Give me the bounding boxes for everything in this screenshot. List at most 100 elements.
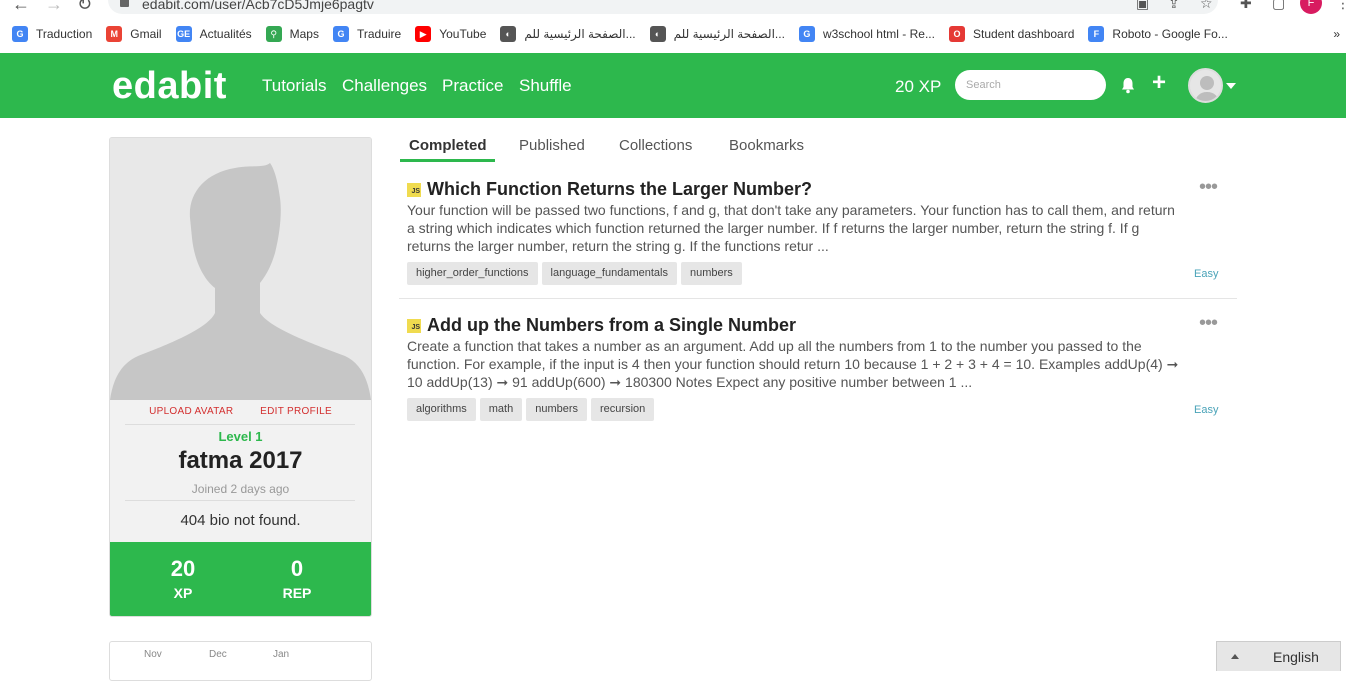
- translate-page-icon[interactable]: ▣: [1136, 0, 1149, 12]
- edabit-logo[interactable]: edabit: [112, 65, 227, 108]
- challenge-item: JS Which Function Returns the Larger Numb…: [407, 176, 1227, 289]
- challenge-description: Create a function that takes a number as…: [407, 338, 1179, 390]
- add-icon[interactable]: +: [1152, 69, 1166, 97]
- month-label: Nov: [144, 649, 162, 660]
- xp-counter[interactable]: 20 XP: [895, 77, 941, 97]
- bookmark-item[interactable]: F Roboto - Google Fo...: [1088, 26, 1228, 42]
- bookmark-label: الصفحة الرئيسية للم...: [673, 27, 785, 41]
- bookmark-item[interactable]: M Gmail: [106, 26, 162, 42]
- nav-tutorials[interactable]: Tutorials: [262, 76, 327, 96]
- tag[interactable]: numbers: [680, 262, 742, 285]
- profile-photo: [110, 138, 371, 400]
- user-level: Level 1: [218, 429, 263, 444]
- tag[interactable]: math: [479, 398, 523, 421]
- upload-avatar-link[interactable]: UPLOAD AVATAR: [149, 406, 233, 417]
- rep-value: 0: [290, 556, 304, 581]
- nav-shuffle[interactable]: Shuffle: [519, 76, 572, 96]
- student-dashboard-icon: O: [948, 26, 965, 42]
- bookmark-label: Gmail: [130, 27, 162, 41]
- challenge-title[interactable]: Which Function Returns the Larger Number…: [427, 179, 812, 199]
- browser-toolbar: ← → ↻ edabit.com/user/Acb7cD5Jmje6pagtv …: [0, 0, 1346, 16]
- tag[interactable]: higher_order_functions: [407, 262, 538, 285]
- globe-icon: ◐: [500, 26, 517, 42]
- reload-icon[interactable]: ↻: [77, 0, 92, 15]
- nav-challenges[interactable]: Challenges: [342, 76, 427, 96]
- bookmark-item[interactable]: ◐ الصفحة الرئيسية للم...: [500, 26, 636, 42]
- avatar-silhouette-icon: [110, 138, 371, 400]
- bookmark-label: w3school html - Re...: [822, 27, 935, 41]
- google-maps-icon: ⚲: [265, 26, 282, 42]
- star-icon[interactable]: ☆: [1200, 0, 1213, 12]
- tag[interactable]: recursion: [591, 398, 655, 421]
- bookmark-item[interactable]: ▶ YouTube: [415, 26, 486, 42]
- challenge-title-row[interactable]: JS Add up the Numbers from a Single Numbe…: [407, 315, 1227, 336]
- bookmarks-bar: G Traduction M Gmail GE Actualités ⚲ Maps G Tradu…: [0, 20, 1346, 48]
- tab-bookmarks[interactable]: Bookmarks: [729, 137, 804, 154]
- bookmark-item[interactable]: ⚲ Maps: [265, 26, 319, 42]
- forward-arrow-icon[interactable]: →: [45, 0, 63, 15]
- tag-list: algorithms math numbers recursion: [407, 398, 658, 421]
- challenge-title-row[interactable]: JS Which Function Returns the Larger Numb…: [407, 179, 1227, 200]
- challenge-item: JS Add up the Numbers from a Single Numbe…: [407, 312, 1227, 425]
- bookmark-label: Actualités: [199, 27, 252, 41]
- username: fatma 2017: [178, 447, 303, 474]
- browser-menu-icon[interactable]: ⋮: [1336, 0, 1346, 12]
- challenge-title[interactable]: Add up the Numbers from a Single Number: [427, 315, 796, 335]
- google-fonts-icon: F: [1088, 26, 1105, 42]
- bookmark-item[interactable]: G Traduire: [332, 26, 402, 42]
- user-menu-caret-icon[interactable]: [1226, 83, 1236, 89]
- url-text[interactable]: edabit.com/user/Acb7cD5Jmje6pagtv: [142, 0, 374, 12]
- divider: [125, 500, 355, 501]
- xp-label: XP: [173, 585, 193, 601]
- language-selector[interactable]: English: [1216, 641, 1341, 671]
- nav-practice[interactable]: Practice: [442, 76, 503, 96]
- youtube-icon: ▶: [415, 26, 432, 42]
- bookmark-item[interactable]: ◐ الصفحة الرئيسية للم...: [649, 26, 785, 42]
- bell-icon[interactable]: [1120, 77, 1136, 94]
- bookmark-item[interactable]: Gw3school html - Re...: [798, 26, 935, 42]
- more-options-icon[interactable]: •••: [1199, 176, 1218, 199]
- bookmark-item[interactable]: O Student dashboard: [948, 26, 1075, 42]
- active-tab-indicator: [400, 159, 495, 162]
- month-label: Jan: [273, 649, 290, 660]
- bookmark-item[interactable]: GE Actualités: [175, 26, 252, 42]
- google-translate-icon: G: [332, 26, 349, 42]
- google-translate-icon: G: [12, 26, 28, 42]
- user-avatar[interactable]: [1188, 68, 1223, 103]
- back-arrow-icon[interactable]: ←: [12, 0, 30, 15]
- list-divider: [399, 298, 1237, 299]
- edit-profile-link[interactable]: EDIT PROFILE: [260, 406, 332, 417]
- rep-label: REP: [282, 585, 312, 601]
- divider: [125, 424, 355, 425]
- bookmark-label: Roboto - Google Fo...: [1112, 27, 1228, 41]
- bookmark-label: Traduire: [356, 27, 402, 41]
- tag[interactable]: language_fundamentals: [541, 262, 677, 285]
- side-panel-icon[interactable]: ▢: [1272, 0, 1285, 12]
- default-avatar-icon: [1190, 70, 1221, 101]
- user-bio: 404 bio not found.: [180, 512, 301, 529]
- tab-collections[interactable]: Collections: [619, 137, 692, 154]
- google-news-icon: GE: [175, 26, 192, 42]
- more-options-icon[interactable]: •••: [1199, 312, 1218, 335]
- javascript-icon: JS: [407, 183, 421, 198]
- bookmark-item[interactable]: G Traduction: [12, 26, 92, 42]
- google-icon: G: [798, 26, 815, 42]
- bookmarks-overflow-icon[interactable]: »: [1333, 27, 1340, 41]
- bookmark-label: Traduction: [36, 27, 93, 41]
- share-icon[interactable]: ⇪: [1168, 0, 1180, 12]
- extensions-icon[interactable]: ✚: [1240, 0, 1252, 12]
- difficulty-label: Easy: [1194, 404, 1219, 416]
- difficulty-label: Easy: [1194, 268, 1219, 280]
- tab-published[interactable]: Published: [519, 137, 585, 154]
- tab-completed[interactable]: Completed: [409, 137, 487, 154]
- search-input[interactable]: [955, 70, 1106, 100]
- language-label: English: [1273, 649, 1319, 665]
- site-navbar: edabit Tutorials Challenges Practice Shu…: [0, 53, 1346, 118]
- browser-profile-avatar[interactable]: F: [1300, 0, 1322, 14]
- tag[interactable]: numbers: [526, 398, 588, 421]
- joined-date: Joined 2 days ago: [191, 482, 290, 496]
- bookmark-label: Student dashboard: [972, 27, 1075, 41]
- stats-panel: 20 XP 0 REP: [110, 542, 371, 616]
- javascript-icon: JS: [407, 319, 421, 334]
- tag[interactable]: algorithms: [407, 398, 476, 421]
